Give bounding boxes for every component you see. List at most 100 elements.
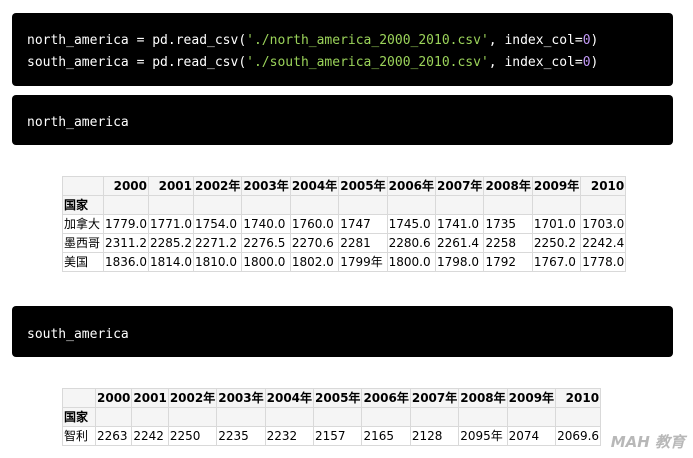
code-line: south_america — [27, 327, 129, 342]
empty-header-cell — [216, 407, 266, 427]
empty-header-cell — [580, 195, 627, 215]
table-cell: 1760.0 — [289, 214, 340, 234]
column-header: 2007年 — [409, 388, 460, 408]
column-header: 2005年 — [313, 388, 363, 408]
table-cell: 2281 — [338, 233, 388, 253]
table-cell: 1703.0 — [580, 214, 627, 234]
table-cell: 1799年 — [338, 252, 388, 272]
column-header: 2008年 — [483, 176, 533, 196]
table-cell: 1836.0 — [103, 252, 149, 272]
column-header: 2000 — [103, 176, 149, 196]
column-header: 2005年 — [338, 176, 388, 196]
column-header: 2001 — [131, 388, 169, 408]
table-cell: 1735 — [483, 214, 533, 234]
empty-header-cell — [241, 195, 291, 215]
table-cell: 2270.6 — [289, 233, 340, 253]
column-header: 2006年 — [361, 388, 411, 408]
table-cell: 1792 — [483, 252, 533, 272]
table-cell: 2128 — [409, 426, 460, 446]
column-header: 2002年 — [167, 388, 218, 408]
code-line-south: south_america = pd.read_csv('./south_ame… — [27, 52, 658, 74]
empty-header-cell — [192, 195, 243, 215]
table-cell: 1800.0 — [386, 252, 437, 272]
table-cell: 2250 — [167, 426, 218, 446]
table-cell: 2074 — [506, 426, 557, 446]
column-header: 2000 — [94, 388, 133, 408]
column-header: 2003年 — [216, 388, 266, 408]
empty-header-cell — [555, 407, 602, 427]
empty-header-cell — [148, 195, 194, 215]
empty-header-cell — [94, 407, 133, 427]
table-cell: 2242 — [131, 426, 169, 446]
code-cell-read-csv[interactable]: north_america = pd.read_csv('./north_ame… — [12, 13, 673, 86]
table-cell: 2069.6 — [555, 426, 602, 446]
table-cell: 1778.0 — [580, 252, 627, 272]
empty-header-cell — [167, 407, 218, 427]
row-index: 墨西哥 — [62, 233, 104, 253]
empty-header-cell — [131, 407, 169, 427]
code-line-north: north_america = pd.read_csv('./north_ame… — [27, 30, 658, 52]
index-name-row: 国家 — [62, 195, 627, 215]
table-cell: 2157 — [313, 426, 363, 446]
table-row: 加拿大 1779.0 1771.0 1754.0 1740.0 1760.0 1747 174… — [62, 214, 627, 234]
column-header: 2004年 — [289, 176, 340, 196]
code-number: 0 — [582, 33, 591, 48]
empty-header-cell — [289, 195, 340, 215]
table-cell: 2095年 — [458, 426, 508, 446]
table-cell: 1810.0 — [192, 252, 243, 272]
code-arg: , index_col= — [488, 55, 583, 70]
table-row: 墨西哥 2311.2 2285.2 2271.2 2276.5 2270.6 2281 228… — [62, 233, 627, 253]
empty-header-cell — [338, 195, 388, 215]
column-header: 2008年 — [458, 388, 508, 408]
code-line: north_america — [27, 115, 129, 130]
code-close: ) — [590, 33, 599, 48]
table-header-row: 2000 2001 2002年 2003年 2004年 2005年 2006年 2007年 20… — [62, 388, 602, 408]
row-index: 智利 — [62, 426, 96, 446]
column-header: 2001 — [148, 176, 194, 196]
table-cell: 1701.0 — [531, 214, 582, 234]
code-close: ) — [590, 55, 599, 70]
table-cell: 2258 — [483, 233, 533, 253]
column-header: 2009年 — [531, 176, 582, 196]
code-number: 0 — [582, 55, 591, 70]
watermark-logo: MAH 教育 — [610, 433, 685, 451]
table-cell: 2232 — [264, 426, 315, 446]
table-cell: 2263 — [94, 426, 133, 446]
code-string: './south_america_2000_2010.csv' — [246, 55, 489, 70]
table-cell: 1747 — [338, 214, 388, 234]
table-cell: 2165 — [361, 426, 411, 446]
table-cell: 2276.5 — [241, 233, 291, 253]
table-cell: 1800.0 — [241, 252, 291, 272]
table-cell: 1802.0 — [289, 252, 340, 272]
table-cell: 1814.0 — [148, 252, 194, 272]
code-cell-north-america[interactable]: north_america — [12, 95, 673, 145]
table-cell: 2261.4 — [435, 233, 485, 253]
table-cell: 1745.0 — [386, 214, 437, 234]
column-header — [62, 388, 96, 408]
column-header: 2002年 — [192, 176, 243, 196]
row-index: 加拿大 — [62, 214, 104, 234]
table-cell: 1741.0 — [435, 214, 485, 234]
table-cell: 1798.0 — [435, 252, 485, 272]
empty-header-cell — [313, 407, 363, 427]
column-header: 2010 — [555, 388, 602, 408]
column-header: 2009年 — [506, 388, 557, 408]
table-cell: 2235 — [216, 426, 266, 446]
code-string: './north_america_2000_2010.csv' — [246, 33, 489, 48]
empty-header-cell — [506, 407, 557, 427]
table-cell: 1754.0 — [192, 214, 243, 234]
table-cell: 1767.0 — [531, 252, 582, 272]
table-cell: 2280.6 — [386, 233, 437, 253]
column-header: 2007年 — [435, 176, 485, 196]
table-cell: 2271.2 — [192, 233, 243, 253]
table-row: 美国 1836.0 1814.0 1810.0 1800.0 1802.0 1799年 180… — [62, 252, 627, 272]
table-cell: 1771.0 — [148, 214, 194, 234]
code-cell-south-america[interactable]: south_america — [12, 306, 673, 357]
code-arg: , index_col= — [488, 33, 583, 48]
table-cell: 2250.2 — [531, 233, 582, 253]
column-header: 2006年 — [386, 176, 437, 196]
table-cell: 2285.2 — [148, 233, 194, 253]
table-cell: 1740.0 — [241, 214, 291, 234]
column-header — [62, 176, 104, 196]
table-header-row: 2000 2001 2002年 2003年 2004年 2005年 2006年 2007年 20… — [62, 176, 627, 196]
